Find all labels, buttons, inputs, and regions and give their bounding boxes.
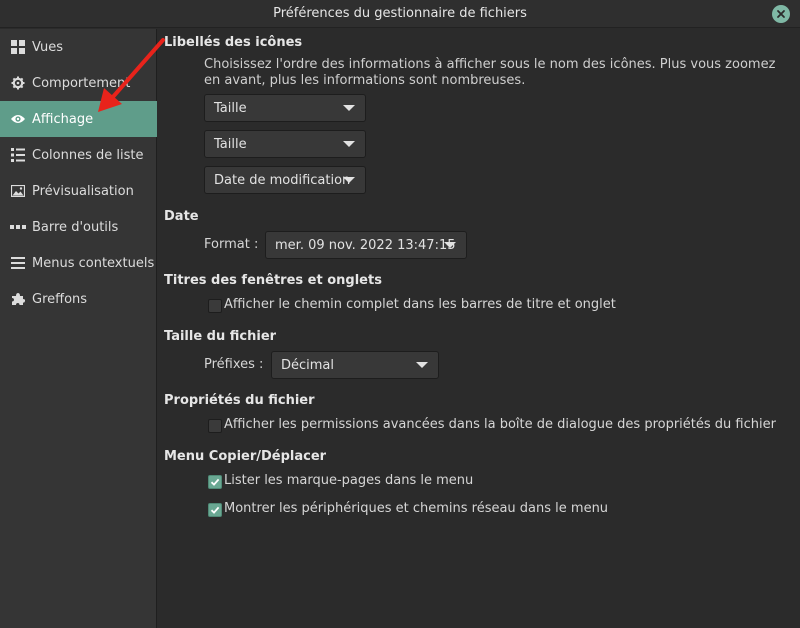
sidebar-item-previsualisation[interactable]: Prévisualisation: [0, 173, 157, 209]
sidebar-item-label: Colonnes de liste: [32, 147, 144, 163]
caption-select-value: Date de modification: [214, 172, 351, 188]
sidebar-item-menus-contextuels[interactable]: Menus contextuels: [0, 245, 157, 281]
sidebar-item-greffons[interactable]: Greffons: [0, 281, 157, 317]
eye-icon: [10, 111, 26, 127]
dropdown-arrow-icon: [343, 141, 355, 147]
close-icon: [777, 10, 785, 18]
checkmark-icon: [210, 506, 220, 514]
prefix-label: Préfixes :: [204, 357, 264, 372]
prefix-select[interactable]: Décimal: [271, 351, 439, 379]
full-path-checkbox[interactable]: [208, 299, 222, 313]
window-title: Préférences du gestionnaire de fichiers: [273, 6, 527, 21]
sidebar-item-label: Menus contextuels: [32, 255, 155, 271]
checkmark-icon: [210, 478, 220, 486]
section-heading-window-titles: Titres des fenêtres et onglets: [164, 273, 382, 288]
date-format-select[interactable]: mer. 09 nov. 2022 13:47:15: [265, 231, 467, 259]
close-button[interactable]: [772, 5, 790, 23]
sidebar-item-label: Vues: [32, 39, 64, 55]
bookmarks-checkbox-label: Lister les marque-pages dans le menu: [224, 473, 474, 488]
icon-captions-description: Choisissez l'ordre des informations à af…: [204, 57, 776, 88]
caption-select-value: Taille: [214, 100, 247, 116]
caption-select-1[interactable]: Taille: [204, 94, 366, 122]
dropdown-arrow-icon: [416, 362, 428, 368]
devices-checkbox[interactable]: [208, 503, 222, 517]
date-format-label: Format :: [204, 237, 259, 252]
section-heading-icon-captions: Libellés des icônes: [164, 35, 303, 50]
date-format-value: mer. 09 nov. 2022 13:47:15: [275, 237, 456, 253]
sidebar-item-label: Affichage: [32, 111, 94, 127]
section-heading-file-properties: Propriétés du fichier: [164, 393, 315, 408]
dropdown-arrow-icon: [343, 105, 355, 111]
caption-select-2[interactable]: Taille: [204, 130, 366, 158]
caption-select-value: Taille: [214, 136, 247, 152]
bookmarks-checkbox[interactable]: [208, 475, 222, 489]
caption-select-3[interactable]: Date de modification: [204, 166, 366, 194]
list-icon: [10, 147, 26, 163]
dropdown-arrow-icon: [343, 177, 355, 183]
section-heading-copy-move: Menu Copier/Déplacer: [164, 449, 327, 464]
advanced-permissions-checkbox[interactable]: [208, 419, 222, 433]
sidebar: Vues Comportement Affichage Colonnes de …: [0, 29, 157, 628]
devices-checkbox-label: Montrer les périphériques et chemins rés…: [224, 501, 609, 516]
sidebar-item-comportement[interactable]: Comportement: [0, 65, 157, 101]
sidebar-item-affichage[interactable]: Affichage: [0, 101, 157, 137]
sidebar-item-label: Comportement: [32, 75, 131, 91]
menu-icon: [10, 255, 26, 271]
sidebar-item-label: Greffons: [32, 291, 88, 307]
advanced-permissions-checkbox-label: Afficher les permissions avancées dans l…: [224, 417, 776, 432]
gear-icon: [10, 75, 26, 91]
sidebar-item-colonnes[interactable]: Colonnes de liste: [0, 137, 157, 173]
dropdown-arrow-icon: [444, 242, 456, 248]
preferences-panel: Libellés des icônes Choisissez l'ordre d…: [158, 29, 800, 628]
prefix-value: Décimal: [281, 357, 335, 373]
dots-icon: [10, 219, 26, 235]
sidebar-item-barre-outils[interactable]: Barre d'outils: [0, 209, 157, 245]
grid-icon: [10, 39, 26, 55]
section-heading-date: Date: [164, 209, 199, 224]
section-heading-file-size: Taille du fichier: [164, 329, 277, 344]
sidebar-item-vues[interactable]: Vues: [0, 29, 157, 65]
image-icon: [10, 183, 26, 199]
sidebar-item-label: Prévisualisation: [32, 183, 134, 199]
sidebar-item-label: Barre d'outils: [32, 219, 119, 235]
puzzle-icon: [10, 291, 26, 307]
title-bar: Préférences du gestionnaire de fichiers: [0, 0, 800, 28]
full-path-checkbox-label: Afficher le chemin complet dans les barr…: [224, 297, 616, 312]
